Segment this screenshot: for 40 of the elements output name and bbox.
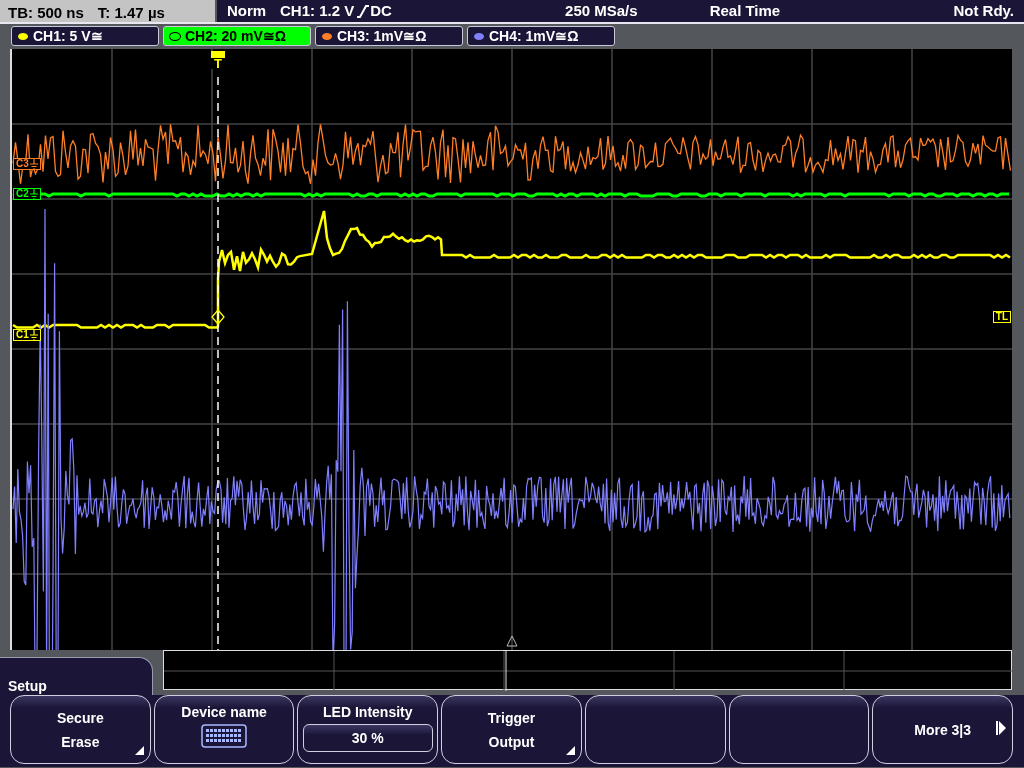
- value-field[interactable]: 30 %: [302, 724, 433, 752]
- softkey-button[interactable]: [584, 695, 726, 764]
- submenu-icon: [565, 746, 575, 755]
- softkey-button[interactable]: Device name: [153, 695, 295, 764]
- channel-button[interactable]: CH2: 20 mV≅Ω: [163, 26, 311, 46]
- channel-marker[interactable]: C2: [13, 188, 41, 200]
- softkey-button[interactable]: Secure Erase: [10, 695, 151, 764]
- ground-icon: [29, 189, 38, 199]
- trigger-coupling: DC: [370, 0, 392, 21]
- trigger-level-marker[interactable]: TL: [992, 311, 1011, 323]
- channel-marker[interactable]: C1: [13, 329, 41, 341]
- trigger-time-readout: T: 1.47 µs: [97, 3, 165, 20]
- channel-button[interactable]: CH1: 5 V≅: [11, 26, 159, 46]
- trigger-point-icon: [211, 309, 225, 325]
- rising-edge-icon: [357, 4, 370, 18]
- position-icon: [506, 635, 518, 647]
- trigger-level: CH1: 1.2 V: [280, 0, 355, 21]
- next-page-icon: [996, 721, 1007, 735]
- softkey-button[interactable]: LED Intensity 30 %: [297, 695, 439, 764]
- keyboard-icon: [201, 724, 248, 748]
- channel-button[interactable]: CH3: 1mV≅Ω: [315, 26, 463, 46]
- marker-label: C3: [16, 159, 29, 169]
- status-readout: Not Rdy.: [953, 0, 1014, 21]
- more-button[interactable]: More 3|3: [872, 695, 1014, 764]
- softkey-button[interactable]: [728, 695, 870, 764]
- timebase-readout: TB: 500 ns: [8, 3, 84, 20]
- channel-marker[interactable]: C3: [13, 158, 41, 170]
- softkey-button[interactable]: Trigger Output: [441, 695, 582, 764]
- channel-dot: [170, 32, 180, 40]
- menu-title: Setup: [0, 657, 153, 696]
- marker-label: C1: [16, 330, 29, 340]
- acquisition-mode: Real Time: [709, 0, 781, 21]
- ground-icon: [29, 159, 38, 169]
- trigger-marker[interactable]: T: [211, 51, 225, 69]
- ground-icon: [29, 330, 38, 340]
- channel-button[interactable]: CH4: 1mV≅Ω: [467, 26, 615, 46]
- trigger-mode: Norm: [227, 0, 268, 21]
- submenu-icon: [134, 746, 144, 755]
- sample-rate: 250 MSa/s: [565, 0, 638, 21]
- marker-label: C2: [16, 189, 29, 199]
